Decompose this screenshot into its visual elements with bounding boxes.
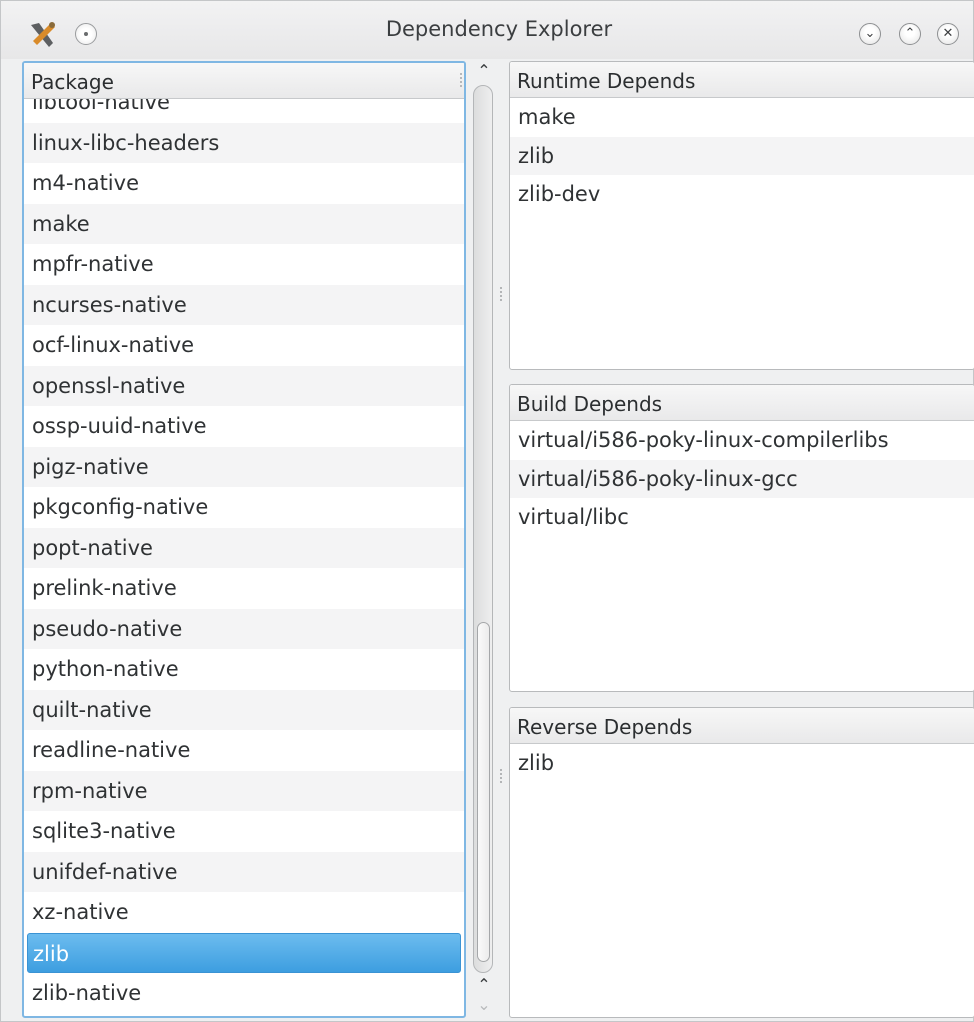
maximize-button[interactable]: ⌃	[899, 23, 921, 45]
package-column-header[interactable]: Package	[24, 63, 464, 99]
list-item[interactable]: sqlite3-native	[24, 811, 464, 852]
scrollbar-track[interactable]	[473, 85, 493, 973]
build-depends-header[interactable]: Build Depends	[510, 385, 974, 421]
list-item[interactable]: pigz-native	[24, 446, 464, 487]
list-item[interactable]: m4-native	[24, 163, 464, 204]
list-item-selected[interactable]: zlib	[27, 932, 461, 973]
chevron-up-icon: ⌃	[904, 26, 916, 41]
splitter-handle[interactable]	[500, 287, 502, 301]
list-item[interactable]: unifdef-native	[24, 851, 464, 892]
package-list-scrollbar[interactable]: ⌃ ⌃ ⌄	[469, 61, 499, 1018]
scroll-up-arrow-bottom-icon[interactable]: ⌃	[469, 975, 499, 995]
close-button[interactable]: ✕	[937, 23, 959, 45]
title-bar[interactable]: Dependency Explorer ⌄ ⌃ ✕	[1, 1, 973, 59]
list-item[interactable]: virtual/i586-poky-linux-gcc	[510, 459, 974, 498]
window-title: Dependency Explorer	[385, 17, 613, 41]
dependency-explorer-window: Dependency Explorer ⌄ ⌃ ✕ Package libtoo…	[0, 0, 974, 1022]
list-item[interactable]: make	[510, 98, 974, 137]
list-item[interactable]: python-native	[24, 649, 464, 690]
list-item[interactable]: openssl-native	[24, 365, 464, 406]
list-item[interactable]: libtool-native	[24, 99, 464, 123]
scrollbar-thumb[interactable]	[477, 622, 490, 962]
minimize-button[interactable]: ⌄	[859, 23, 881, 45]
list-item[interactable]: quilt-native	[24, 689, 464, 730]
scroll-up-arrow-icon[interactable]: ⌃	[469, 61, 499, 81]
build-depends-panel[interactable]: Build Depends virtual/i586-poky-linux-co…	[509, 384, 974, 692]
list-item[interactable]: readline-native	[24, 730, 464, 771]
list-item[interactable]: ncurses-native	[24, 284, 464, 325]
list-item[interactable]: virtual/i586-poky-linux-compilerlibs	[510, 421, 974, 460]
column-resize-grip[interactable]	[460, 73, 462, 89]
package-list[interactable]: Package libtool-native linux-libc-header…	[22, 61, 466, 1018]
chevron-down-icon: ⌄	[864, 26, 876, 41]
list-item[interactable]: zlib-dev	[510, 175, 974, 214]
list-item[interactable]: zlib-native	[24, 973, 464, 1014]
list-item[interactable]: zlib	[510, 136, 974, 175]
list-item[interactable]: mpfr-native	[24, 244, 464, 285]
list-item[interactable]: ossp-uuid-native	[24, 406, 464, 447]
package-rows: libtool-native linux-libc-headers m4-nat…	[24, 99, 464, 1016]
list-item[interactable]: popt-native	[24, 527, 464, 568]
list-item[interactable]: rpm-native	[24, 770, 464, 811]
list-item[interactable]: zlib	[510, 744, 974, 783]
close-icon: ✕	[942, 26, 954, 41]
list-item[interactable]: ocf-linux-native	[24, 325, 464, 366]
list-item[interactable]: linux-libc-headers	[24, 122, 464, 163]
list-item[interactable]: make	[24, 203, 464, 244]
reverse-depends-header[interactable]: Reverse Depends	[510, 708, 974, 744]
list-item[interactable]: xz-native	[24, 892, 464, 933]
list-item[interactable]: pseudo-native	[24, 608, 464, 649]
scroll-down-arrow-icon[interactable]: ⌄	[469, 995, 499, 1015]
splitter-handle[interactable]	[500, 769, 502, 783]
list-item[interactable]: pkgconfig-native	[24, 487, 464, 528]
list-item[interactable]: virtual/libc	[510, 498, 974, 537]
list-item[interactable]: prelink-native	[24, 568, 464, 609]
runtime-depends-header[interactable]: Runtime Depends	[510, 62, 974, 98]
reverse-depends-panel[interactable]: Reverse Depends zlib	[509, 707, 974, 1018]
runtime-depends-panel[interactable]: Runtime Depends make zlib zlib-dev	[509, 61, 974, 370]
